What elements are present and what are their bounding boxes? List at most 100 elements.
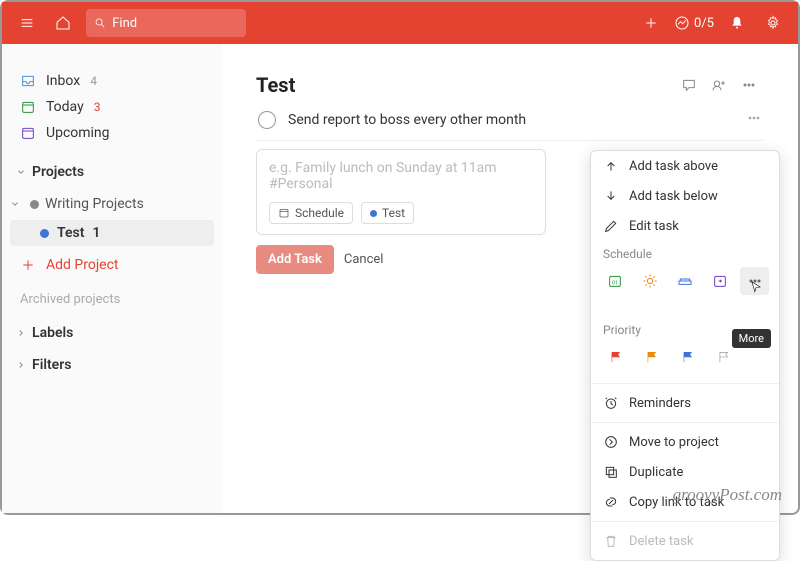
schedule-weekend-button[interactable] bbox=[671, 267, 700, 295]
sidebar-count: 4 bbox=[90, 74, 97, 88]
sidebar-label: Upcoming bbox=[46, 125, 110, 141]
cm-label: Add task above bbox=[629, 159, 718, 174]
sidebar-labels-header[interactable]: Labels bbox=[10, 317, 214, 349]
sidebar-count: 1 bbox=[92, 225, 100, 241]
search-input[interactable] bbox=[112, 16, 238, 31]
move-icon bbox=[603, 434, 619, 450]
sidebar-label: Test bbox=[57, 225, 84, 241]
cm-move-to-project[interactable]: Move to project bbox=[591, 427, 779, 457]
cancel-button[interactable]: Cancel bbox=[344, 252, 384, 267]
productivity-icon bbox=[674, 15, 690, 31]
svg-text:01: 01 bbox=[612, 280, 618, 286]
menu-icon[interactable] bbox=[14, 10, 40, 36]
arrow-down-icon bbox=[603, 188, 619, 204]
sidebar: Inbox 4 Today 3 Upcoming Projects Writin… bbox=[2, 44, 222, 513]
section-label: Filters bbox=[32, 357, 71, 373]
today-icon: 01 bbox=[607, 273, 623, 289]
flag-icon bbox=[609, 350, 623, 364]
cursor-icon bbox=[749, 280, 763, 294]
ellipsis-icon bbox=[746, 110, 762, 126]
flag-icon bbox=[717, 350, 731, 364]
chip-label: Test bbox=[382, 206, 405, 220]
inbox-icon bbox=[20, 73, 36, 89]
sidebar-item-writing-projects[interactable]: Writing Projects bbox=[10, 188, 214, 220]
more-tooltip: More bbox=[732, 329, 771, 348]
project-dot-icon bbox=[30, 200, 39, 209]
new-task-placeholder: e.g. Family lunch on Sunday at 11am #Per… bbox=[269, 160, 533, 192]
comments-button[interactable] bbox=[674, 70, 704, 100]
new-task-editor[interactable]: e.g. Family lunch on Sunday at 11am #Per… bbox=[256, 149, 546, 235]
priority-2-button[interactable] bbox=[637, 343, 667, 371]
productivity-button[interactable]: 0/5 bbox=[674, 15, 714, 31]
cm-delete-task[interactable]: Delete task bbox=[591, 526, 779, 556]
cm-add-task-above[interactable]: Add task above bbox=[591, 151, 779, 181]
duplicate-icon bbox=[603, 464, 619, 480]
task-more-button[interactable] bbox=[746, 110, 762, 130]
chevron-down-icon bbox=[16, 167, 26, 177]
chip-label: Schedule bbox=[295, 206, 344, 220]
priority-3-button[interactable] bbox=[673, 343, 703, 371]
sidebar-item-upcoming[interactable]: Upcoming bbox=[10, 120, 214, 146]
home-icon[interactable] bbox=[50, 10, 76, 36]
progress-text: 0/5 bbox=[694, 16, 714, 31]
schedule-nextweek-button[interactable] bbox=[705, 267, 734, 295]
add-icon[interactable] bbox=[638, 10, 664, 36]
cm-add-task-below[interactable]: Add task below bbox=[591, 181, 779, 211]
sidebar-archived-projects[interactable]: Archived projects bbox=[10, 278, 214, 317]
schedule-today-button[interactable]: 01 bbox=[601, 267, 630, 295]
pencil-icon bbox=[603, 218, 619, 234]
flag-icon bbox=[681, 350, 695, 364]
sidebar-item-inbox[interactable]: Inbox 4 bbox=[10, 68, 214, 94]
cm-label: Edit task bbox=[629, 219, 679, 234]
sidebar-item-test-project[interactable]: Test 1 bbox=[10, 220, 214, 246]
sidebar-filters-header[interactable]: Filters bbox=[10, 349, 214, 381]
upcoming-icon bbox=[20, 125, 36, 141]
project-chip[interactable]: Test bbox=[361, 202, 414, 224]
add-task-button[interactable]: Add Task bbox=[256, 245, 334, 274]
cm-label: Move to project bbox=[629, 435, 719, 450]
cm-schedule-label: Schedule bbox=[591, 241, 779, 265]
cm-reminders[interactable]: Reminders bbox=[591, 388, 779, 418]
cm-edit-task[interactable]: Edit task bbox=[591, 211, 779, 241]
sidebar-label: Today bbox=[46, 99, 84, 115]
cm-duplicate[interactable]: Duplicate bbox=[591, 457, 779, 487]
schedule-tomorrow-button[interactable] bbox=[636, 267, 665, 295]
topbar: 0/5 bbox=[2, 2, 798, 44]
cm-label: Reminders bbox=[629, 396, 691, 411]
task-row[interactable]: Send report to boss every other month bbox=[256, 100, 764, 141]
sidebar-label: Add Project bbox=[46, 257, 119, 273]
ellipsis-icon bbox=[741, 77, 757, 93]
chevron-right-icon bbox=[16, 328, 26, 338]
flag-icon bbox=[645, 350, 659, 364]
search-input-wrap[interactable] bbox=[86, 9, 246, 37]
clock-icon bbox=[603, 395, 619, 411]
sidebar-add-project[interactable]: Add Project bbox=[10, 252, 214, 278]
next-week-icon bbox=[712, 273, 728, 289]
chevron-down-icon bbox=[10, 199, 20, 209]
task-checkbox[interactable] bbox=[258, 111, 276, 129]
today-icon bbox=[20, 99, 36, 115]
content-area: Test Send report to boss every other mon… bbox=[222, 44, 798, 513]
schedule-more-button[interactable] bbox=[740, 267, 769, 295]
cm-label: Add task below bbox=[629, 189, 718, 204]
notifications-icon[interactable] bbox=[724, 10, 750, 36]
share-button[interactable] bbox=[704, 70, 734, 100]
sidebar-item-today[interactable]: Today 3 bbox=[10, 94, 214, 120]
cm-label: Duplicate bbox=[629, 465, 683, 480]
cm-schedule-row: 01 bbox=[591, 265, 779, 303]
sun-icon bbox=[642, 273, 658, 289]
sidebar-label: Inbox bbox=[46, 73, 80, 89]
more-options-button[interactable] bbox=[734, 70, 764, 100]
sidebar-label: Writing Projects bbox=[45, 196, 144, 212]
schedule-chip[interactable]: Schedule bbox=[269, 202, 353, 224]
arrow-up-icon bbox=[603, 158, 619, 174]
priority-1-button[interactable] bbox=[601, 343, 631, 371]
sidebar-projects-header[interactable]: Projects bbox=[10, 156, 214, 188]
plus-icon bbox=[20, 257, 36, 273]
chevron-right-icon bbox=[16, 360, 26, 370]
settings-icon[interactable] bbox=[760, 10, 786, 36]
cm-copy-link[interactable]: Copy link to task bbox=[591, 487, 779, 517]
project-dot-icon bbox=[370, 210, 377, 217]
page-title: Test bbox=[256, 73, 674, 97]
project-dot-icon bbox=[40, 229, 49, 238]
